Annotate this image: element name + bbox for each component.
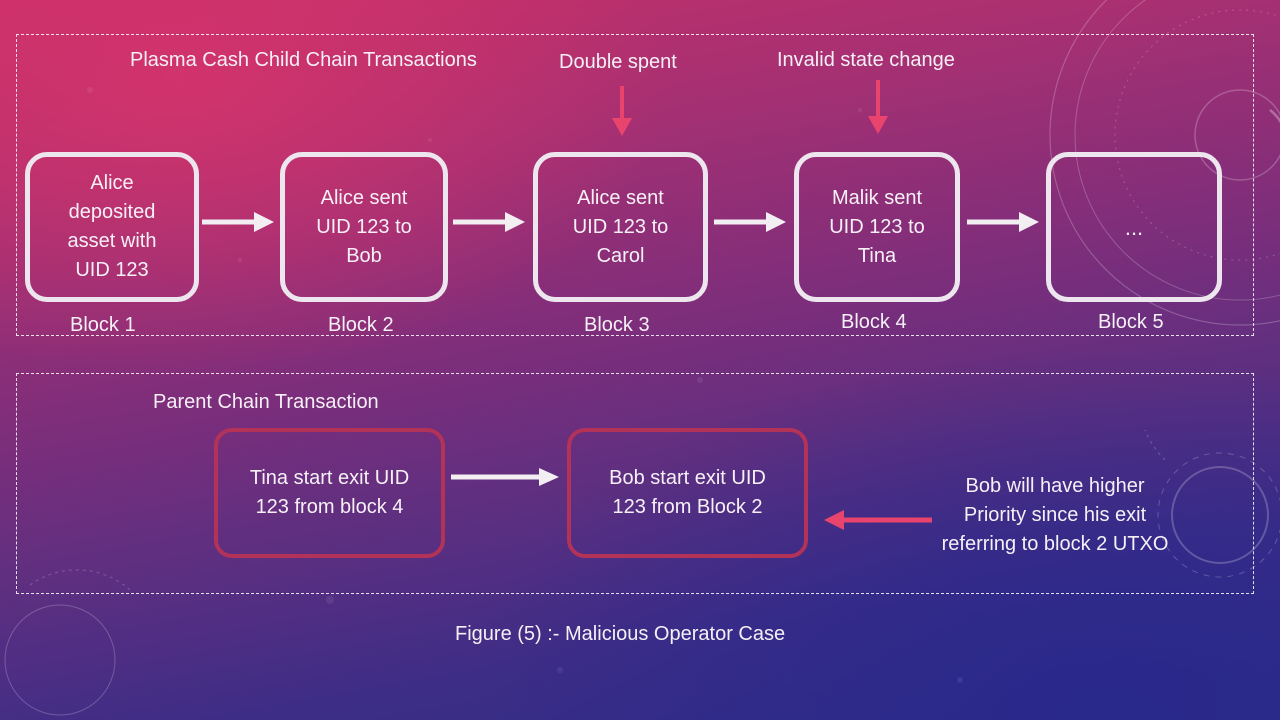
flow-arrow-1-2 xyxy=(202,212,274,232)
flow-arrow-3-4 xyxy=(714,212,786,232)
block-3: Alice sent UID 123 to Carol xyxy=(533,152,708,302)
exit-box-tina: Tina start exit UID 123 from block 4 xyxy=(214,428,445,558)
block-3-label: Block 3 xyxy=(584,314,650,336)
priority-arrow xyxy=(824,510,932,530)
flow-arrow-2-3 xyxy=(453,212,525,232)
block-1: Alice deposited asset with UID 123 xyxy=(25,152,199,302)
exit-flow-arrow xyxy=(451,468,559,486)
block-2: Alice sent UID 123 to Bob xyxy=(280,152,448,302)
block-5-label: Block 5 xyxy=(1098,311,1164,333)
parent-chain-title: Parent Chain Transaction xyxy=(153,391,379,413)
figure-caption: Figure (5) :- Malicious Operator Case xyxy=(455,623,786,645)
child-chain-title: Plasma Cash Child Chain Transactions xyxy=(130,49,477,71)
double-spent-arrow xyxy=(612,86,632,136)
block-4-label: Block 4 xyxy=(841,311,907,333)
annotation-double-spent: Double spent xyxy=(559,51,677,73)
flow-arrow-4-5 xyxy=(967,212,1039,232)
block-4: Malik sent UID 123 to Tina xyxy=(794,152,960,302)
block-1-label: Block 1 xyxy=(70,314,136,336)
priority-note: Bob will have higher Priority since his … xyxy=(941,475,1169,555)
block-5: ... xyxy=(1046,152,1222,302)
block-2-label: Block 2 xyxy=(328,314,394,336)
annotation-invalid-state-change: Invalid state change xyxy=(777,49,955,71)
exit-box-bob: Bob start exit UID 123 from Block 2 xyxy=(567,428,808,558)
invalid-state-arrow xyxy=(868,80,888,134)
